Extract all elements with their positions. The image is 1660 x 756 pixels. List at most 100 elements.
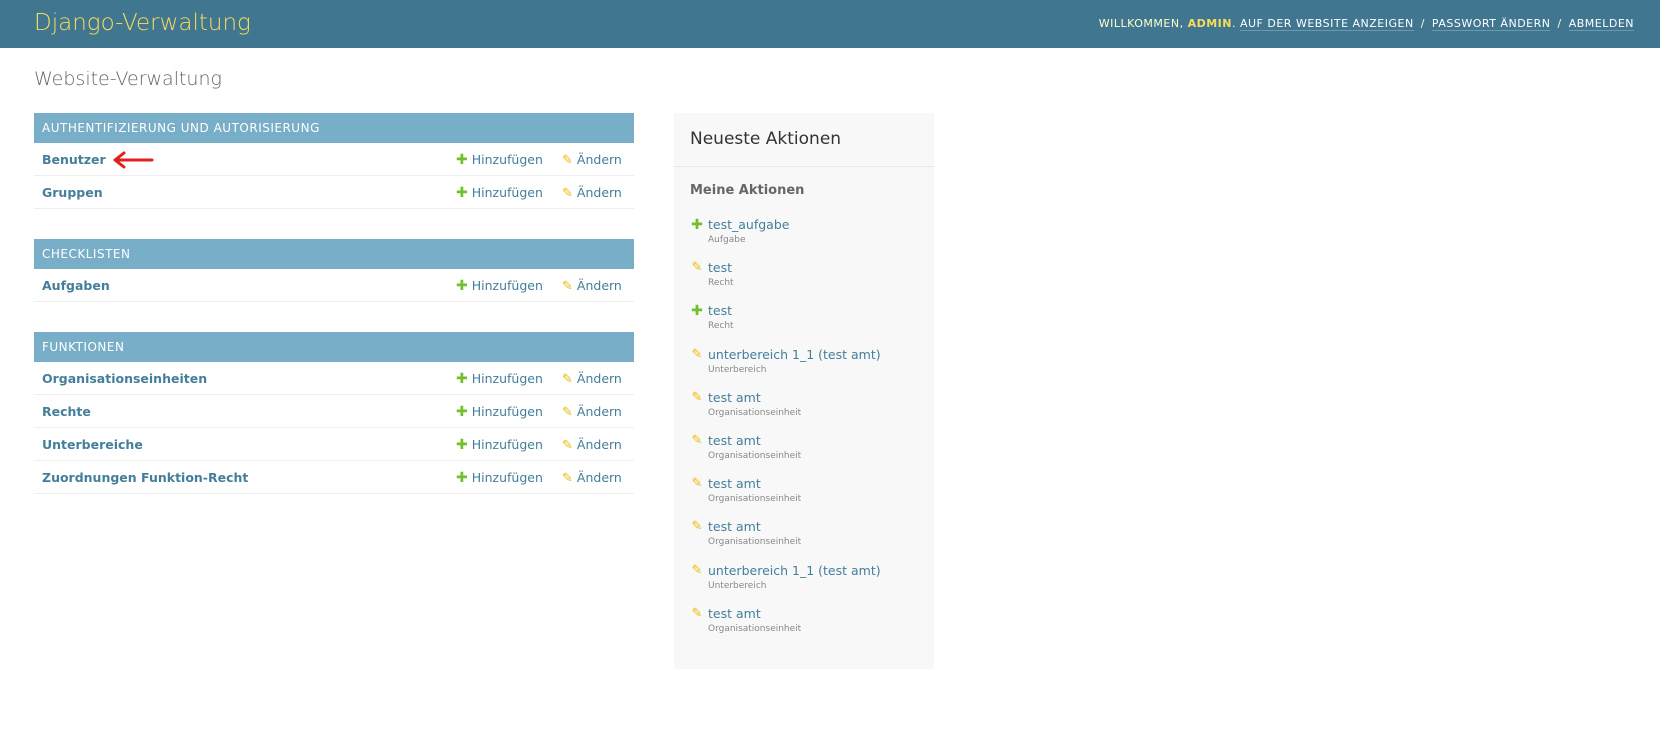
add-label: Hinzufügen xyxy=(471,185,543,200)
action-object-type: Unterbereich xyxy=(708,364,767,375)
change-button[interactable]: ✎ Ändern xyxy=(562,470,622,486)
action-list: ✚ test_aufgabe Aufgabe ✎ test Recht ✚ test Recht… xyxy=(690,217,930,649)
module-checklisten: Checklisten Aufgaben ✚ Hinzufügen ✎ Ändern xyxy=(34,239,634,302)
add-button[interactable]: ✚ Hinzufügen xyxy=(456,152,543,168)
header: Django-Verwaltung Willkommen, admin. Auf… xyxy=(0,0,1660,48)
username: admin xyxy=(1187,17,1232,30)
model-link-rechte[interactable]: Rechte xyxy=(42,404,91,419)
action-object-link[interactable]: unterbereich 1_1 (test amt) xyxy=(708,563,881,578)
add-button[interactable]: ✚ Hinzufügen xyxy=(456,437,543,453)
pencil-icon: ✎ xyxy=(562,438,573,453)
action-object-link[interactable]: test amt xyxy=(708,433,761,448)
plus-icon: ✚ xyxy=(456,152,468,168)
recent-actions-title: Neueste Aktionen xyxy=(690,129,842,149)
add-button[interactable]: ✚ Hinzufügen xyxy=(456,470,543,486)
site-brand[interactable]: Django-Verwaltung xyxy=(34,10,251,36)
pencil-icon: ✎ xyxy=(691,562,703,578)
model-row-zuordnungen: Zuordnungen Funktion-Recht ✚ Hinzufügen ✎… xyxy=(34,461,634,494)
action-object-type: Organisationseinheit xyxy=(708,623,802,634)
action-object-type: Unterbereich xyxy=(708,580,767,591)
action-object-type: Recht xyxy=(708,278,734,289)
add-button[interactable]: ✚ Hinzufügen xyxy=(456,185,543,201)
add-label: Hinzufügen xyxy=(471,371,543,386)
plus-icon: ✚ xyxy=(456,437,468,453)
view-site-link[interactable]: Auf der Website anzeigen xyxy=(1239,17,1414,31)
pencil-icon: ✎ xyxy=(691,605,703,621)
action-item: ✎ test amt Organisationseinheit xyxy=(690,519,930,562)
model-link-aufgaben[interactable]: Aufgaben xyxy=(42,278,110,293)
action-item: ✎ test amt Organisationseinheit xyxy=(690,390,930,433)
model-row-aufgaben: Aufgaben ✚ Hinzufügen ✎ Ändern xyxy=(34,269,634,302)
action-object-link[interactable]: test amt xyxy=(708,606,761,621)
action-object-link[interactable]: test xyxy=(708,303,732,318)
annotation-arrow-icon xyxy=(113,151,154,169)
page-title: Website-Verwaltung xyxy=(34,68,222,90)
change-button[interactable]: ✎ Ändern xyxy=(562,152,622,168)
separator: / xyxy=(1420,17,1425,30)
welcome-text: Willkommen, xyxy=(1098,17,1184,30)
pencil-icon: ✎ xyxy=(691,432,703,448)
action-item: ✎ test amt Organisationseinheit xyxy=(690,476,930,519)
action-object-type: Organisationseinheit xyxy=(708,494,802,505)
action-object-link[interactable]: test amt xyxy=(708,476,761,491)
change-label: Ändern xyxy=(576,278,622,293)
change-button[interactable]: ✎ Ändern xyxy=(562,404,622,420)
change-password-link[interactable]: Passwort ändern xyxy=(1431,17,1551,31)
pencil-icon: ✎ xyxy=(691,476,703,492)
change-label: Ändern xyxy=(576,371,622,386)
change-button[interactable]: ✎ Ändern xyxy=(562,437,622,453)
model-link-benutzer[interactable]: Benutzer xyxy=(42,152,106,167)
action-object-type: Organisationseinheit xyxy=(708,407,802,418)
change-label: Ändern xyxy=(576,437,622,452)
add-label: Hinzufügen xyxy=(471,404,543,419)
action-object-link[interactable]: test amt xyxy=(708,390,761,405)
action-object-type: Recht xyxy=(708,321,734,332)
action-item: ✎ test Recht xyxy=(690,260,930,303)
action-object-link[interactable]: unterbereich 1_1 (test amt) xyxy=(708,347,881,362)
module-caption[interactable]: Funktionen xyxy=(34,332,634,362)
change-label: Ändern xyxy=(576,470,622,485)
change-button[interactable]: ✎ Ändern xyxy=(562,371,622,387)
action-object-type: Aufgabe xyxy=(708,235,746,245)
change-button[interactable]: ✎ Ändern xyxy=(562,278,622,294)
change-label: Ändern xyxy=(576,185,622,200)
change-label: Ändern xyxy=(576,152,622,167)
action-object-link[interactable]: test xyxy=(708,260,732,275)
action-object-link[interactable]: test amt xyxy=(708,519,761,534)
plus-icon: ✚ xyxy=(456,470,468,486)
module-caption[interactable]: Authentifizierung und Autorisierung xyxy=(34,113,634,143)
add-label: Hinzufügen xyxy=(471,152,543,167)
plus-icon: ✚ xyxy=(456,404,468,420)
model-link-gruppen[interactable]: Gruppen xyxy=(42,185,103,200)
action-object-type: Organisationseinheit xyxy=(708,450,802,461)
change-label: Ändern xyxy=(576,404,622,419)
plus-icon: ✚ xyxy=(456,371,468,387)
action-object-type: Organisationseinheit xyxy=(708,537,802,548)
model-link-organisationseinheiten[interactable]: Organisationseinheiten xyxy=(42,371,207,386)
model-row-gruppen: Gruppen ✚ Hinzufügen ✎ Ändern xyxy=(34,176,634,209)
recent-actions-panel: Neueste Aktionen Meine Aktionen ✚ test_au… xyxy=(674,113,934,669)
pencil-icon: ✎ xyxy=(691,346,703,362)
add-label: Hinzufügen xyxy=(471,470,543,485)
model-row-unterbereiche: Unterbereiche ✚ Hinzufügen ✎ Ändern xyxy=(34,428,634,461)
model-row-organisationseinheiten: Organisationseinheiten ✚ Hinzufügen ✎ Ände… xyxy=(34,362,634,395)
logout-link[interactable]: Abmelden xyxy=(1568,17,1634,31)
pencil-icon: ✎ xyxy=(691,389,703,405)
module-funktionen: Funktionen Organisationseinheiten ✚ Hinzu… xyxy=(34,332,634,494)
add-button[interactable]: ✚ Hinzufügen xyxy=(456,278,543,294)
pencil-icon: ✎ xyxy=(562,405,573,420)
pencil-icon: ✎ xyxy=(691,260,703,276)
action-item: ✎ unterbereich 1_1 (test amt) Unterbereich xyxy=(690,347,930,390)
model-link-zuordnungen[interactable]: Zuordnungen Funktion-Recht xyxy=(42,470,248,485)
user-tools: Willkommen, admin. Auf der Website anzei… xyxy=(1098,17,1634,31)
action-item: ✚ test_aufgabe Aufgabe xyxy=(690,217,930,260)
change-button[interactable]: ✎ Ändern xyxy=(562,185,622,201)
action-object-link[interactable]: test_aufgabe xyxy=(708,217,789,232)
my-actions-title: Meine Aktionen xyxy=(690,183,805,198)
add-button[interactable]: ✚ Hinzufügen xyxy=(456,371,543,387)
model-link-unterbereiche[interactable]: Unterbereiche xyxy=(42,437,143,452)
module-caption[interactable]: Checklisten xyxy=(34,239,634,269)
add-button[interactable]: ✚ Hinzufügen xyxy=(456,404,543,420)
model-row-rechte: Rechte ✚ Hinzufügen ✎ Ändern xyxy=(34,395,634,428)
action-item: ✚ test Recht xyxy=(690,303,930,346)
